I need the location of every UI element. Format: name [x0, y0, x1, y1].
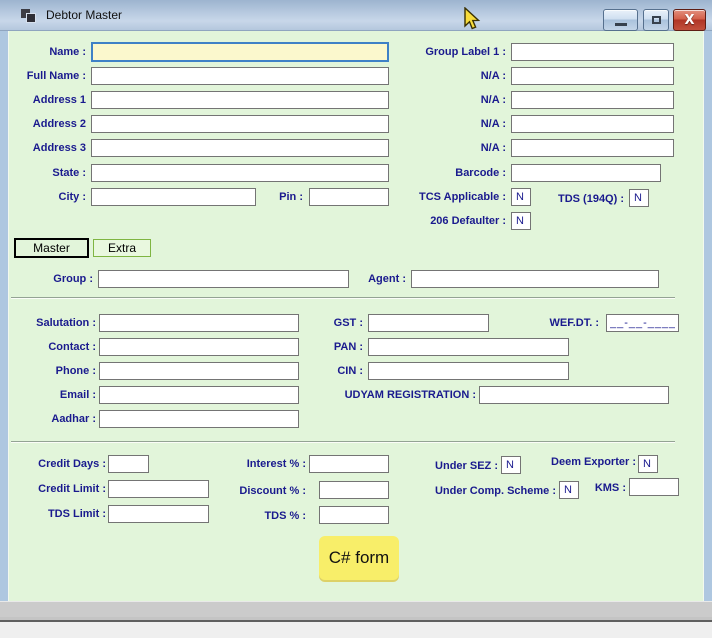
debtor-master-window: Debtor Master X Name : Full Name : Addre…: [0, 0, 712, 618]
tds-194q-input[interactable]: [629, 189, 649, 207]
address1-input[interactable]: [91, 91, 389, 109]
pan-input[interactable]: [368, 338, 569, 356]
csharp-form-button[interactable]: C# form: [319, 536, 399, 580]
wef-dt-label: WEF.DT. :: [549, 317, 600, 329]
group-label1-input[interactable]: [511, 43, 674, 61]
aadhar-label: Aadhar :: [51, 413, 96, 425]
salutation-label: Salutation :: [36, 317, 96, 329]
defaulter-206-label: 206 Defaulter :: [430, 215, 506, 227]
defaulter-206-input[interactable]: [511, 212, 531, 230]
state-input[interactable]: [91, 164, 389, 182]
full-name-input[interactable]: [91, 67, 389, 85]
pin-label: Pin :: [279, 191, 303, 203]
tds-limit-input[interactable]: [108, 505, 209, 523]
under-comp-scheme-label: Under Comp. Scheme :: [434, 485, 556, 497]
interest-label: Interest % :: [246, 458, 306, 470]
barcode-input[interactable]: [511, 164, 661, 182]
tds-pct-label: TDS % :: [264, 510, 306, 522]
restore-icon: [651, 16, 661, 24]
address2-label: Address 2: [32, 118, 86, 130]
na2-label: N/A :: [480, 94, 506, 106]
na4-label: N/A :: [480, 142, 506, 154]
na2-input[interactable]: [511, 91, 674, 109]
gst-input[interactable]: [368, 314, 489, 332]
na3-label: N/A :: [480, 118, 506, 130]
tcs-applicable-label: TCS Applicable :: [419, 191, 506, 203]
address3-input[interactable]: [91, 139, 389, 157]
kms-label: KMS :: [594, 482, 626, 494]
contact-input[interactable]: [99, 338, 299, 356]
name-input[interactable]: [91, 42, 389, 62]
na4-input[interactable]: [511, 139, 674, 157]
address2-input[interactable]: [91, 115, 389, 133]
under-comp-scheme-input[interactable]: [559, 481, 579, 499]
title-bar: Debtor Master X: [0, 0, 712, 31]
restore-button[interactable]: [643, 9, 669, 31]
cin-label: CIN :: [337, 365, 363, 377]
salutation-input[interactable]: [99, 314, 299, 332]
agent-input[interactable]: [411, 270, 659, 288]
full-name-label: Full Name :: [26, 70, 86, 82]
close-icon: X: [684, 12, 695, 28]
email-label: Email :: [59, 389, 96, 401]
aadhar-input[interactable]: [99, 410, 299, 428]
credit-limit-input[interactable]: [108, 480, 209, 498]
group-label: Group :: [53, 273, 93, 285]
tcs-applicable-input[interactable]: [511, 188, 531, 206]
form-icon: [21, 9, 36, 23]
under-sez-input[interactable]: [501, 456, 521, 474]
agent-label: Agent :: [368, 273, 406, 285]
udyam-registration-input[interactable]: [479, 386, 669, 404]
wef-dt-input[interactable]: [606, 314, 679, 332]
tds-pct-input[interactable]: [319, 506, 389, 524]
state-label: State :: [52, 167, 86, 179]
pin-input[interactable]: [309, 188, 389, 206]
name-label: Name :: [49, 46, 86, 58]
phone-label: Phone :: [55, 365, 96, 377]
na1-label: N/A :: [480, 70, 506, 82]
tds-limit-label: TDS Limit :: [47, 508, 106, 520]
city-label: City :: [58, 191, 87, 203]
city-input[interactable]: [91, 188, 256, 206]
kms-input[interactable]: [629, 478, 679, 496]
credit-limit-label: Credit Limit :: [38, 483, 106, 495]
under-sez-label: Under SEZ :: [435, 460, 498, 472]
barcode-label: Barcode :: [455, 167, 506, 179]
tab-extra[interactable]: Extra: [93, 239, 151, 257]
address3-label: Address 3: [32, 142, 86, 154]
minimize-icon: [614, 22, 627, 26]
credit-days-label: Credit Days :: [38, 458, 106, 470]
tds-194q-label: TDS (194Q) :: [557, 193, 624, 205]
background-rule: [0, 620, 712, 622]
minimize-button[interactable]: [603, 9, 638, 31]
section-divider-1: [11, 297, 675, 299]
pan-label: PAN :: [333, 341, 363, 353]
window-title: Debtor Master: [46, 8, 123, 22]
tab-master[interactable]: Master: [14, 238, 89, 258]
address1-label: Address 1: [32, 94, 86, 106]
na1-input[interactable]: [511, 67, 674, 85]
email-input[interactable]: [99, 386, 299, 404]
discount-input[interactable]: [319, 481, 389, 499]
form-client-area: Name : Full Name : Address 1 Address 2 A…: [8, 31, 704, 601]
udyam-registration-label: UDYAM REGISTRATION :: [344, 389, 476, 401]
section-divider-2: [11, 441, 675, 443]
contact-label: Contact :: [48, 341, 96, 353]
window-bottom-frame: [0, 601, 712, 617]
phone-input[interactable]: [99, 362, 299, 380]
mouse-cursor-icon: [464, 7, 481, 30]
na3-input[interactable]: [511, 115, 674, 133]
deem-exporter-input[interactable]: [638, 455, 658, 473]
cin-input[interactable]: [368, 362, 569, 380]
credit-days-input[interactable]: [108, 455, 149, 473]
gst-label: GST :: [333, 317, 363, 329]
interest-input[interactable]: [309, 455, 389, 473]
deem-exporter-label: Deem Exporter :: [551, 456, 636, 468]
discount-label: Discount % :: [239, 485, 306, 497]
group-label1-label: Group Label 1 :: [425, 46, 506, 58]
close-button[interactable]: X: [673, 9, 706, 31]
group-input[interactable]: [98, 270, 349, 288]
